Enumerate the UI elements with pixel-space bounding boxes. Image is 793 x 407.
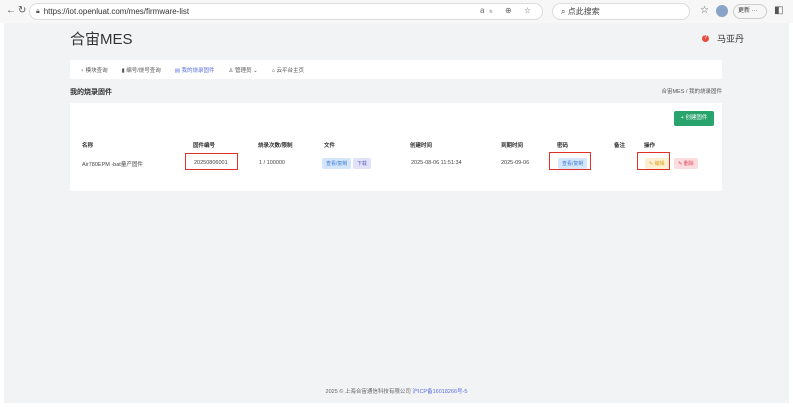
- page: 合宙MES ? 马亚丹 ♀ 模块查询 ▮ 编号/烧号查询 ▤ 我的烧录固件 ♙ …: [4, 23, 789, 403]
- help-icon[interactable]: ?: [701, 35, 709, 42]
- breadcrumb-current: 我的烧录固件: [688, 89, 722, 95]
- cell-count: 1 / 100000: [259, 160, 285, 166]
- nav-label: 管理员: [234, 67, 252, 74]
- nav-label: 我的烧录固件: [181, 67, 215, 74]
- avatar[interactable]: [716, 5, 728, 17]
- nav-item-admin[interactable]: ♙ 管理员 ⌄: [229, 66, 258, 74]
- col-actions: 操作: [644, 143, 656, 149]
- nav-item-number-query[interactable]: ▮ 编号/烧号查询: [122, 66, 161, 74]
- nav-label: 模块查询: [85, 67, 108, 74]
- cell-file: 查看/复制 下载: [322, 158, 371, 169]
- file-icon: ▤: [174, 67, 182, 74]
- nav-label: 编号/烧号查询: [126, 67, 161, 74]
- main-nav: ♀ 模块查询 ▮ 编号/烧号查询 ▤ 我的烧录固件 ♙ 管理员 ⌄ ⌂ 云平台主…: [70, 60, 722, 79]
- address-actions[interactable]: aₕ ⊕ ☆: [480, 6, 536, 15]
- footer-copyright: 2025 © 上海合宙通信科技有限公司: [325, 389, 411, 395]
- col-count: 烧录次数/限制: [258, 143, 293, 149]
- url-text: https://iot.openluat.com/mes/firmware-li…: [43, 7, 190, 16]
- address-bar[interactable]: 🔒︎ https://iot.openluat.com/mes/firmware…: [29, 3, 543, 20]
- firmware-card: + 创建固件 名称 固件编号 烧录次数/限制 文件 创建时间 到期时间 密码 备…: [70, 103, 722, 191]
- col-created: 创建时间: [410, 143, 433, 149]
- highlight-box: [549, 152, 591, 170]
- favorites-icon[interactable]: ☆: [700, 5, 709, 16]
- search-input[interactable]: ⌕ 点此搜索: [552, 3, 690, 20]
- col-file: 文件: [324, 143, 336, 149]
- brand-logo[interactable]: 合宙MES: [70, 28, 133, 49]
- col-password: 密码: [557, 143, 569, 149]
- search-placeholder: 点此搜索: [567, 7, 600, 16]
- back-icon[interactable]: ←: [6, 5, 16, 16]
- update-label: 更新: [738, 8, 751, 14]
- highlight-box: [185, 153, 238, 170]
- breadcrumb-home[interactable]: 合宙MES: [661, 89, 684, 95]
- col-id: 固件编号: [193, 143, 216, 149]
- search-icon: ⌕: [561, 7, 568, 16]
- col-note: 备注: [614, 143, 626, 149]
- page-title: 我的烧录固件: [70, 89, 112, 96]
- sidebar-icon[interactable]: ◧: [774, 5, 783, 16]
- refresh-icon[interactable]: ↻: [18, 5, 26, 16]
- create-firmware-button[interactable]: + 创建固件: [674, 111, 714, 126]
- nav-item-module-query[interactable]: ♀ 模块查询: [80, 66, 108, 74]
- icp-link[interactable]: 沪ICP备16018266号-5: [412, 389, 467, 395]
- edit-icon: ✎: [678, 161, 683, 167]
- user-area: ? 马亚丹: [701, 32, 744, 45]
- footer: 2025 © 上海合宙通信科技有限公司 沪ICP备16018266号-5: [4, 387, 789, 395]
- cell-created: 2025-08-06 11:51:34: [411, 160, 462, 166]
- nav-label: 云平台主页: [276, 67, 305, 74]
- breadcrumb: 合宙MES / 我的烧录固件: [661, 89, 722, 95]
- download-button[interactable]: 下载: [352, 158, 371, 169]
- browser-toolbar: ← ↻ 🔒︎ https://iot.openluat.com/mes/firm…: [0, 0, 793, 23]
- cell-expires: 2025-09-06: [501, 160, 530, 166]
- col-name: 名称: [82, 143, 94, 149]
- view-copy-file-button[interactable]: 查看/复制: [322, 158, 352, 169]
- delete-button[interactable]: ✎ 删除: [674, 158, 698, 169]
- update-button[interactable]: 更新 ···: [733, 4, 767, 19]
- chevron-down-icon: ⌄: [253, 67, 258, 74]
- nav-item-my-firmware[interactable]: ▤ 我的烧录固件: [175, 66, 215, 74]
- cell-name: Air780EPM -bat量产固件: [82, 162, 143, 168]
- delete-label: 删除: [683, 161, 694, 167]
- highlight-box: [637, 152, 670, 170]
- col-expires: 到期时间: [501, 143, 524, 149]
- nav-item-cloud-home[interactable]: ⌂ 云平台主页: [272, 66, 304, 74]
- lock-icon: 🔒︎: [36, 7, 40, 15]
- user-name[interactable]: 马亚丹: [717, 32, 744, 45]
